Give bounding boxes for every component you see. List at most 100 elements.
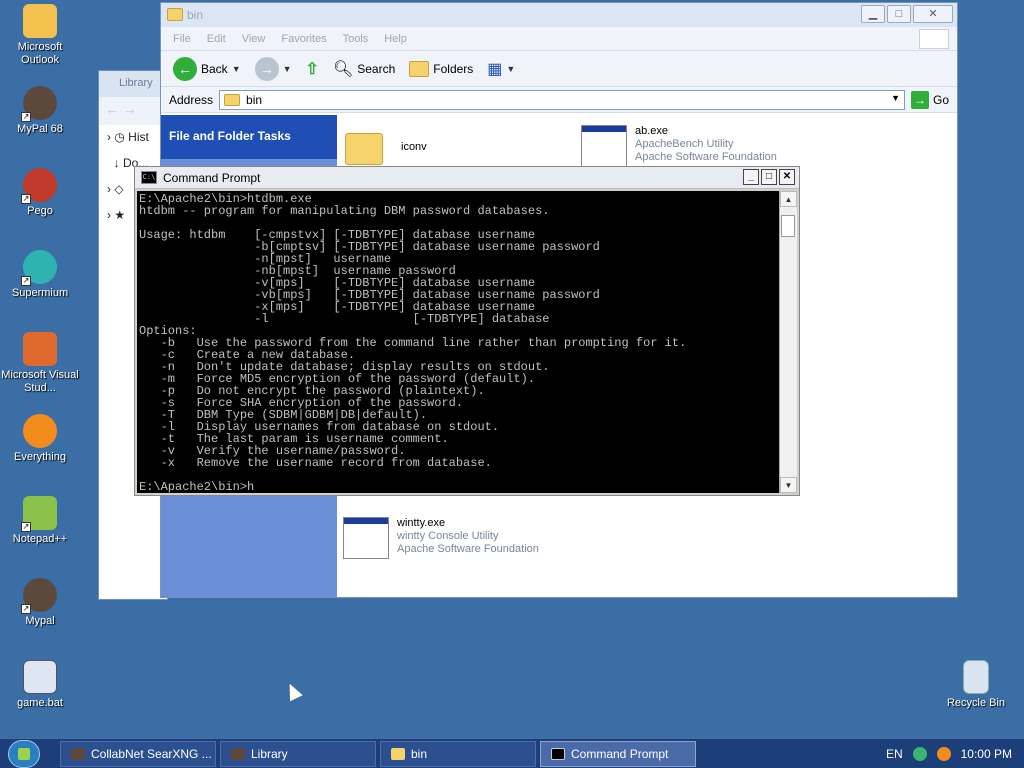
address-input[interactable]: bin ▼ <box>219 89 905 110</box>
taskbar-button-label: Command Prompt <box>571 747 669 761</box>
minimize-button[interactable]: _ <box>743 169 759 185</box>
chevron-down-icon[interactable]: ▼ <box>891 93 900 103</box>
scroll-thumb[interactable] <box>781 215 795 237</box>
explorer-titlebar[interactable]: bin ▁ □ ✕ <box>161 3 957 27</box>
scroll-up-icon[interactable]: ▲ <box>780 191 797 207</box>
close-button[interactable]: ✕ <box>779 169 795 185</box>
mypal-icon: ↗ <box>21 86 57 122</box>
pego-icon: ↗ <box>21 168 57 204</box>
chevron-down-icon: ▼ <box>506 63 516 74</box>
desktop-icon-mypal[interactable]: ↗ Mypal <box>0 578 80 628</box>
views-icon: ▦ <box>487 60 503 78</box>
forward-arrow-icon[interactable]: → <box>123 101 137 117</box>
forward-button[interactable]: → ▼ <box>251 56 296 81</box>
system-tray: EN 10:00 PM <box>874 739 1024 768</box>
desktop-icon-notepadpp[interactable]: ↗ Notepad++ <box>0 496 80 546</box>
desktop-icon-label: Microsoft Outlook <box>17 41 63 66</box>
back-arrow-icon[interactable]: ← <box>105 101 119 117</box>
windows-logo-icon <box>919 29 949 49</box>
desktop-icon-visual-studio[interactable]: Microsoft Visual Stud... <box>0 332 80 395</box>
desktop-icon-label: MyPal 68 <box>17 123 63 135</box>
clock[interactable]: 10:00 PM <box>961 747 1012 761</box>
toolbar: ← Back ▼ → ▼ ⇧ 🔍︎ Search Folders ▦ ▼ <box>161 51 957 87</box>
task-pane-header[interactable]: File and Folder Tasks <box>161 115 337 159</box>
file-description: wintty Console Utility <box>397 530 499 542</box>
search-button[interactable]: 🔍︎ Search <box>329 59 399 79</box>
desktop-icon-label: Notepad++ <box>12 533 68 545</box>
start-button[interactable] <box>8 740 40 768</box>
maximize-button[interactable]: □ <box>761 169 777 185</box>
scrollbar[interactable]: ▲ ▼ <box>779 191 797 493</box>
chevron-right-icon: › <box>107 130 111 144</box>
chevron-down-icon[interactable]: ▼ <box>283 64 292 74</box>
back-button[interactable]: ← Back ▼ <box>169 56 245 81</box>
menu-file[interactable]: File <box>173 33 191 45</box>
file-name: ab.exe <box>635 125 669 137</box>
menu-edit[interactable]: Edit <box>207 33 226 45</box>
everything-icon <box>23 414 57 448</box>
search-icon: 🔍︎ <box>332 60 354 78</box>
address-label: Address <box>169 92 214 107</box>
clock-icon: ◷ <box>114 130 125 144</box>
menu-favorites[interactable]: Favorites <box>281 33 326 45</box>
file-item-ab-exe[interactable]: ab.exe ApacheBench Utility Apache Softwa… <box>581 125 777 167</box>
supermium-icon: ↗ <box>21 250 57 286</box>
chevron-down-icon[interactable]: ▼ <box>232 64 241 74</box>
network-icon[interactable] <box>912 747 927 761</box>
desktop-icon-recycle-bin[interactable]: Recycle Bin <box>936 660 1016 710</box>
desktop-icon-game-bat[interactable]: game.bat <box>0 660 80 710</box>
language-indicator[interactable]: EN <box>886 747 903 761</box>
desktop-icon-label: Pego <box>27 205 53 217</box>
forward-arrow-icon: → <box>254 56 279 81</box>
console-line: E:\Apache2\bin>h <box>139 480 255 493</box>
file-item-wintty-exe[interactable]: wintty.exe wintty Console Utility Apache… <box>343 517 539 559</box>
taskbar-button[interactable]: bin <box>380 741 536 767</box>
shortcut-arrow-icon: ↗ <box>21 194 31 204</box>
minimize-button[interactable]: ▁ <box>861 5 885 23</box>
scroll-down-icon[interactable]: ▼ <box>780 477 797 493</box>
library-titlebar[interactable]: Library <box>99 71 167 97</box>
console-line: -l [-TDBTYPE] database <box>139 312 550 326</box>
maximize-button[interactable]: □ <box>887 5 911 23</box>
file-description: ApacheBench Utility <box>635 138 734 150</box>
taskbar-button-label: bin <box>411 747 428 761</box>
desktop-icon-outlook[interactable]: Microsoft Outlook <box>0 4 80 67</box>
menu-help[interactable]: Help <box>384 33 407 45</box>
folder-icon <box>409 60 430 77</box>
back-arrow-icon: ← <box>173 56 197 81</box>
desktop-icon-label: game.bat <box>17 697 63 709</box>
desktop-icon-everything[interactable]: Everything <box>0 414 80 464</box>
desktop-icon-label: Everything <box>14 451 66 463</box>
taskbar-button[interactable]: CollabNet SearXNG ... <box>60 741 216 767</box>
desktop-icon-label: Mypal <box>25 615 55 627</box>
shortcut-arrow-icon: ↗ <box>21 112 31 122</box>
tag-icon: ◇ <box>114 182 124 196</box>
outlook-icon <box>23 4 57 38</box>
file-company: Apache Software Foundation <box>397 543 539 555</box>
up-button[interactable]: ⇧ <box>302 59 323 79</box>
desktop-icon-label: Microsoft Visual Stud... <box>1 369 79 394</box>
folder-icon <box>167 8 183 21</box>
taskbar-button[interactable]: Library <box>220 741 376 767</box>
command-prompt-window: C:\ Command Prompt _ □ ✕ E:\Apache2\bin>… <box>134 166 800 496</box>
taskbar-button-active[interactable]: Command Prompt <box>540 741 696 767</box>
mouse-cursor-icon <box>283 680 303 702</box>
everything-icon[interactable] <box>936 747 951 761</box>
views-button[interactable]: ▦ ▼ <box>483 59 519 79</box>
console-output[interactable]: E:\Apache2\bin>htdbm.exe htdbm -- program… <box>137 191 779 493</box>
menu-view[interactable]: View <box>242 33 266 45</box>
tree-item-label: Hist <box>128 130 149 144</box>
menu-tools[interactable]: Tools <box>343 33 369 45</box>
cmd-titlebar[interactable]: C:\ Command Prompt _ □ ✕ <box>135 167 799 189</box>
library-tree-item[interactable]: › ◷ Hist <box>99 125 167 151</box>
desktop-icon-pego[interactable]: ↗ Pego <box>0 168 80 218</box>
desktop-icon-supermium[interactable]: ↗ Supermium <box>0 250 80 300</box>
close-button[interactable]: ✕ <box>913 5 953 23</box>
window-controls: ▁ □ ✕ <box>861 5 953 23</box>
go-button[interactable]: → Go <box>910 90 949 109</box>
batch-file-icon <box>23 660 57 694</box>
taskbar-button-label: CollabNet SearXNG ... <box>91 747 212 761</box>
file-item-iconv[interactable]: iconv <box>345 125 427 165</box>
folders-button[interactable]: Folders <box>405 60 477 77</box>
desktop-icon-mypal68[interactable]: ↗ MyPal 68 <box>0 86 80 136</box>
